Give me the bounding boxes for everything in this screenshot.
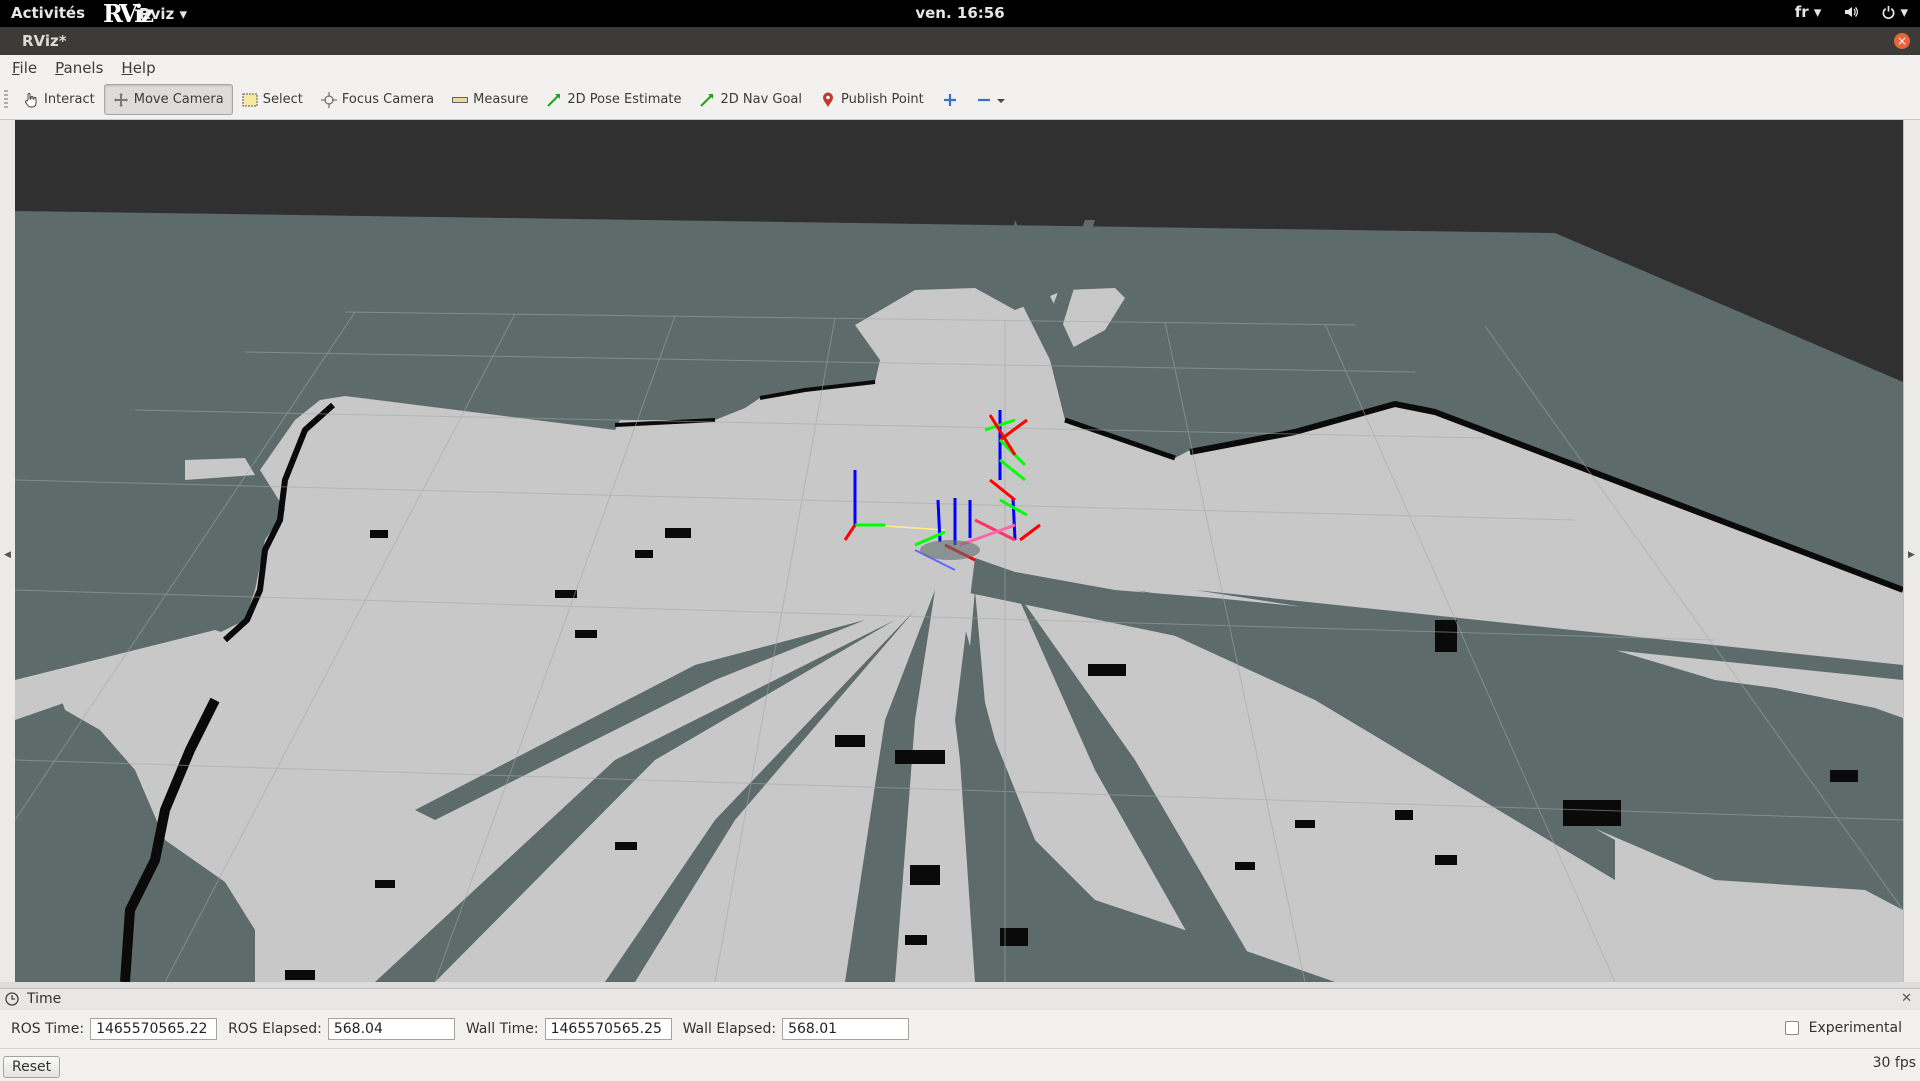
time-panel-fields: ROS Time: 1465570565.22 ROS Elapsed: 568… [0, 1010, 1920, 1048]
app-menu-label: Rviz ▾ [139, 4, 187, 23]
measure-tool-button[interactable]: Measure [443, 84, 537, 115]
ros-elapsed-label: ROS Elapsed: [228, 1021, 322, 1037]
move-camera-label: Move Camera [133, 92, 224, 107]
app-menu[interactable]: RViz Rviz ▾ [103, 1, 187, 26]
chevron-left-icon: ◀ [4, 550, 11, 560]
pose-estimate-label: 2D Pose Estimate [567, 92, 682, 107]
chevron-down-icon [996, 92, 1005, 108]
wall-time-label: Wall Time: [465, 1021, 539, 1037]
pose-estimate-tool-button[interactable]: 2D Pose Estimate [537, 84, 690, 115]
left-dock-handle[interactable]: ◀ [0, 120, 16, 982]
ros-elapsed-field[interactable]: 568.04 [327, 1018, 455, 1040]
map-pin-icon [820, 92, 836, 108]
fps-counter: 30 fps [1872, 1055, 1916, 1071]
clock[interactable]: ven. 16:56 [0, 4, 1920, 22]
nav-goal-tool-button[interactable]: 2D Nav Goal [690, 84, 811, 115]
tools-toolbar: Interact Move Camera Select Focus Camera… [0, 80, 1920, 120]
green-arrow-icon [699, 92, 715, 108]
ros-time-label: ROS Time: [11, 1021, 85, 1037]
menu-bar: File Panels Help [0, 55, 1920, 80]
menu-file[interactable]: File [12, 59, 37, 77]
map-render [15, 120, 1903, 982]
close-panel-icon[interactable]: ✕ [1901, 991, 1912, 1006]
select-tool-button[interactable]: Select [233, 84, 312, 115]
focus-camera-label: Focus Camera [341, 92, 435, 107]
select-label: Select [262, 92, 303, 107]
menu-help[interactable]: Help [121, 59, 155, 77]
clock-icon [5, 992, 19, 1010]
power-menu-arrow: ▾ [1900, 3, 1908, 21]
right-dock-handle[interactable]: ▶ [1903, 120, 1920, 982]
interact-tool-button[interactable]: Interact [14, 84, 104, 115]
wall-time-field[interactable]: 1465570565.25 [544, 1018, 672, 1040]
power-menu[interactable]: ▾ [1881, 3, 1908, 21]
power-icon [1882, 5, 1895, 19]
language-indicator[interactable]: fr ▾ [1795, 3, 1822, 21]
remove-tool-menu[interactable] [967, 84, 1014, 115]
activities-button[interactable]: Activités [11, 4, 85, 22]
move-camera-icon [113, 92, 129, 108]
publish-point-label: Publish Point [841, 92, 924, 107]
focus-camera-tool-button[interactable]: Focus Camera [312, 84, 443, 115]
minus-icon [976, 92, 992, 108]
experimental-option[interactable]: Experimental [1784, 1020, 1902, 1036]
volume-icon[interactable] [1843, 4, 1859, 20]
reset-button[interactable]: Reset [3, 1056, 61, 1078]
wall-elapsed-field[interactable]: 568.01 [782, 1018, 910, 1040]
render-viewport[interactable] [15, 120, 1903, 982]
ros-time-field[interactable]: 1465570565.22 [90, 1018, 218, 1040]
nav-goal-label: 2D Nav Goal [720, 92, 803, 107]
toolbar-grip[interactable] [4, 89, 8, 110]
close-window-icon[interactable]: × [1894, 33, 1910, 49]
focus-camera-icon [320, 91, 337, 108]
window-title-bar: RViz* × [0, 27, 1920, 55]
time-panel-title: Time [27, 991, 62, 1007]
hand-pointer-icon [23, 92, 39, 108]
add-tool-button[interactable] [933, 84, 967, 115]
move-camera-tool-button[interactable]: Move Camera [103, 84, 233, 115]
publish-point-tool-button[interactable]: Publish Point [811, 84, 933, 115]
ruler-icon [452, 92, 469, 108]
plus-icon [942, 92, 958, 108]
window-title: RViz* [22, 32, 67, 50]
measure-label: Measure [473, 92, 529, 107]
chevron-right-icon: ▶ [1908, 550, 1915, 560]
wall-elapsed-label: Wall Elapsed: [682, 1021, 777, 1037]
green-arrow-icon [546, 92, 562, 108]
interact-label: Interact [44, 92, 95, 107]
status-bar: Reset 30 fps [0, 1048, 1920, 1081]
experimental-label: Experimental [1808, 1020, 1902, 1036]
select-rectangle-icon [242, 92, 258, 108]
time-panel-header: Time ✕ [0, 988, 1920, 1011]
menu-panels[interactable]: Panels [55, 59, 103, 77]
robot-shadow [920, 540, 980, 560]
experimental-checkbox[interactable] [1784, 1021, 1799, 1035]
system-top-bar: Activités RViz Rviz ▾ ven. 16:56 fr ▾ ▾ [0, 0, 1920, 27]
